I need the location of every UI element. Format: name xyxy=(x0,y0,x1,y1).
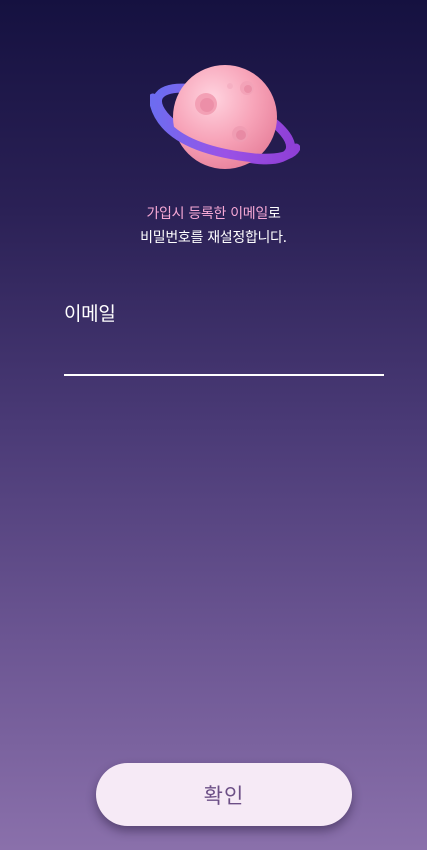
planet-icon xyxy=(150,65,300,169)
instruction-line-1: 가입시 등록한 이메일로 xyxy=(0,202,427,226)
instruction-line-2: 비밀번호를 재설정합니다. xyxy=(140,230,287,246)
instruction-suffix: 로 xyxy=(267,206,281,222)
confirm-button[interactable]: 확인 xyxy=(96,763,352,826)
planet-illustration xyxy=(150,62,300,176)
instruction-accent: 가입시 등록한 이메일 xyxy=(146,206,268,222)
email-input[interactable] xyxy=(64,336,384,376)
instruction-text: 가입시 등록한 이메일로 비밀번호를 재설정합니다. xyxy=(0,202,427,250)
email-label: 이메일 xyxy=(64,303,116,325)
